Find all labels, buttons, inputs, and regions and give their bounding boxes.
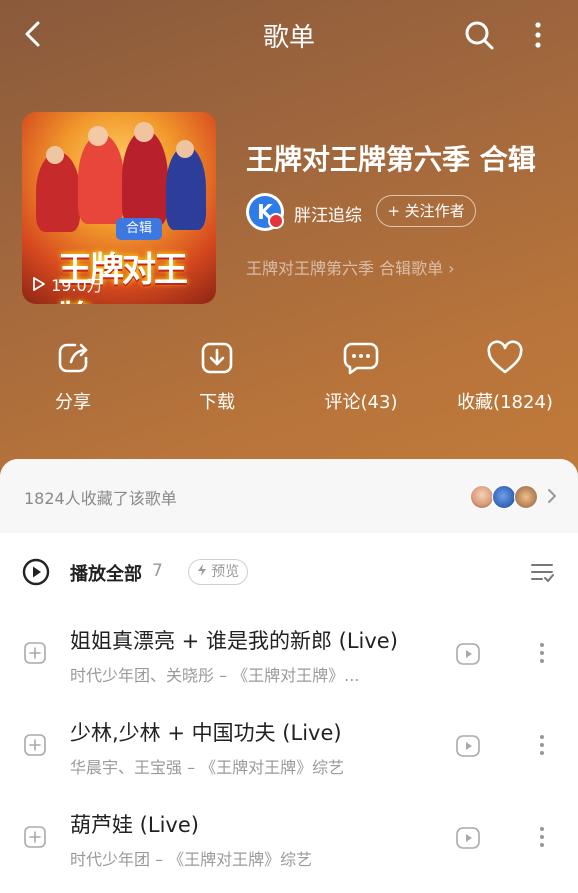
cover-figure [166, 146, 206, 230]
add-to-playlist-icon[interactable] [24, 826, 46, 848]
song-more-icon[interactable] [536, 823, 548, 851]
collectors-bar[interactable]: 1824人收藏了该歌单 [0, 459, 578, 533]
cover-face [134, 122, 154, 142]
follow-author-button[interactable]: + 关注作者 [376, 195, 476, 227]
play-all-label[interactable]: 播放全部 [70, 560, 142, 586]
share-button[interactable]: 分享 [1, 340, 145, 414]
chevron-right-icon [548, 489, 556, 503]
cover-face [176, 140, 194, 158]
song-artist-album: 时代少年团、关晓彤 – 《王牌对王牌》... [70, 666, 360, 685]
song-row[interactable]: 少林,少林 + 中国功夫 (Live) 华晨宇、王宝强 – 《王牌对王牌》综艺 [0, 701, 578, 793]
more-vertical-icon[interactable] [525, 18, 551, 52]
song-list-panel: 1824人收藏了该歌单 播放全部 7 预览 姐姐真漂亮 + 谁是我的新郎 (Li… [0, 459, 578, 893]
cover-figure [36, 152, 80, 232]
song-more-icon[interactable] [536, 639, 548, 667]
favorite-button[interactable]: 收藏(1824) [433, 340, 577, 414]
song-more-icon[interactable] [536, 731, 548, 759]
top-bar: 歌单 [0, 0, 578, 70]
play-count-value: 19.0万 [51, 276, 103, 295]
download-label: 下载 [199, 392, 235, 413]
song-row[interactable]: 葫芦娃 (Live) 时代少年团 – 《王牌对王牌》综艺 [0, 793, 578, 885]
song-title: 姐姐真漂亮 + 谁是我的新郎 (Live) [70, 629, 398, 653]
comment-button[interactable]: 评论(43) [289, 340, 433, 414]
cover-tag: 合辑 [116, 218, 162, 240]
download-icon [201, 342, 233, 374]
song-title: 葫芦娃 (Live) [70, 813, 199, 837]
song-artist-album: 华晨宇、王宝强 – 《王牌对王牌》综艺 [70, 758, 345, 777]
author-avatar[interactable]: K [246, 193, 284, 231]
preview-label: 预览 [211, 564, 240, 580]
download-button[interactable]: 下载 [145, 340, 289, 414]
add-to-playlist-icon[interactable] [24, 734, 46, 756]
play-all-row: 播放全部 7 预览 [0, 533, 578, 611]
playlist-cover[interactable]: 合辑 王牌对王牌 19.0万 [22, 112, 216, 304]
multi-select-icon[interactable] [530, 560, 554, 584]
search-icon[interactable] [462, 18, 496, 52]
avatar [470, 485, 494, 509]
share-icon [58, 343, 88, 373]
preview-button[interactable]: 预览 [188, 559, 248, 585]
song-row[interactable]: 姐姐真漂亮 + 谁是我的新郎 (Live) 时代少年团、关晓彤 – 《王牌对王牌… [0, 609, 578, 701]
play-triangle-icon [33, 277, 45, 291]
author-name[interactable]: 胖汪追综 [294, 201, 362, 226]
cover-face [46, 146, 64, 164]
avatar [514, 485, 538, 509]
comment-icon [343, 342, 379, 375]
action-row: 分享 下载 评论(43) 收藏(1824) [0, 340, 578, 430]
share-label: 分享 [55, 392, 91, 413]
mv-play-icon[interactable] [456, 827, 480, 849]
collectors-text: 1824人收藏了该歌单 [24, 489, 177, 508]
playlist-title: 王牌对王牌第六季 合辑 [246, 143, 536, 176]
avatar [492, 485, 516, 509]
play-count: 19.0万 [32, 272, 103, 296]
play-all-count: 7 [152, 561, 163, 581]
cover-figure [122, 130, 168, 226]
add-to-playlist-icon[interactable] [24, 642, 46, 664]
cover-figure [78, 134, 124, 224]
favorite-label: 收藏(1824) [457, 392, 553, 413]
mv-play-icon[interactable] [456, 643, 480, 665]
play-all-icon[interactable] [22, 558, 50, 586]
playlist-subtitle-link[interactable]: 王牌对王牌第六季 合辑歌单 › [246, 255, 455, 279]
song-title: 少林,少林 + 中国功夫 (Live) [70, 721, 342, 745]
mv-play-icon[interactable] [456, 735, 480, 757]
heart-icon [487, 340, 523, 374]
cover-face [88, 126, 108, 146]
author-badge-icon [268, 213, 284, 229]
comment-label: 评论(43) [324, 392, 398, 413]
lightning-icon [197, 564, 206, 576]
song-artist-album: 时代少年团 – 《王牌对王牌》综艺 [70, 850, 313, 869]
